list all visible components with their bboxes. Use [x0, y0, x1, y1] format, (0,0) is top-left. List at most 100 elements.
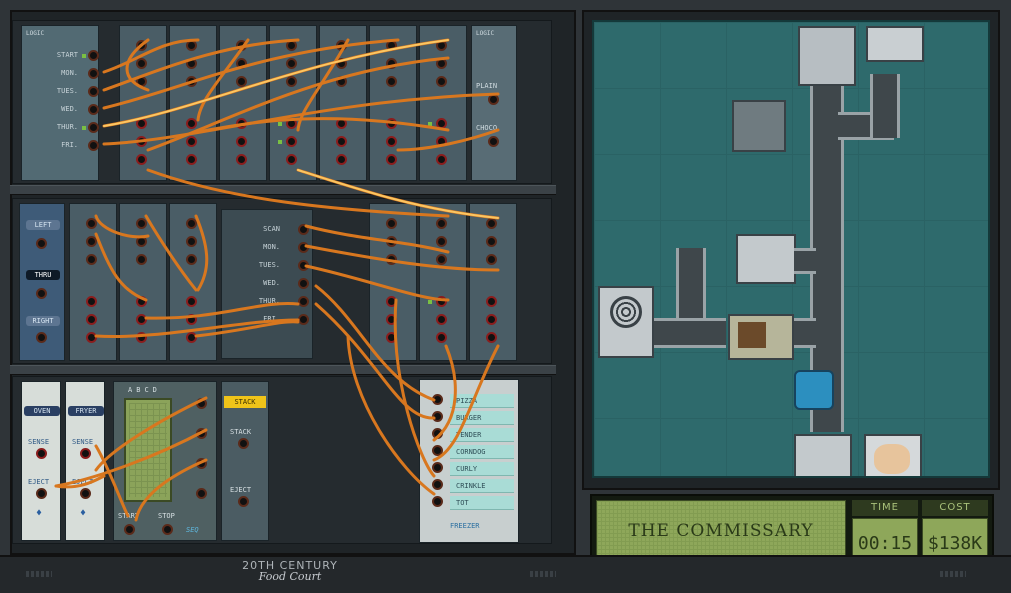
port[interactable] [136, 40, 147, 51]
port[interactable] [136, 154, 147, 165]
port[interactable] [86, 236, 97, 247]
port[interactable] [386, 236, 397, 247]
port-fri[interactable] [298, 314, 309, 325]
port[interactable] [386, 136, 397, 147]
port[interactable] [436, 76, 447, 87]
port[interactable] [86, 332, 97, 343]
port[interactable] [286, 58, 297, 69]
port-mon[interactable] [88, 68, 99, 79]
port[interactable] [436, 154, 447, 165]
port[interactable] [236, 40, 247, 51]
port[interactable] [186, 76, 197, 87]
port[interactable] [136, 332, 147, 343]
port[interactable] [336, 136, 347, 147]
port[interactable] [336, 58, 347, 69]
port-start[interactable] [88, 50, 99, 61]
order-ticket-machine[interactable] [864, 434, 922, 476]
port[interactable] [136, 254, 147, 265]
port[interactable] [436, 118, 447, 129]
port-mon[interactable] [298, 242, 309, 253]
seq-port-d[interactable] [196, 488, 207, 499]
port[interactable] [186, 332, 197, 343]
port[interactable] [186, 236, 197, 247]
port[interactable] [436, 40, 447, 51]
port[interactable] [386, 118, 397, 129]
robot-arm[interactable] [794, 370, 834, 410]
port[interactable] [436, 296, 447, 307]
output-machine[interactable] [798, 26, 856, 86]
port[interactable] [86, 314, 97, 325]
seq-start-port[interactable] [124, 524, 135, 535]
freezer-port-curly[interactable] [432, 462, 443, 473]
port[interactable] [386, 40, 397, 51]
port[interactable] [186, 136, 197, 147]
port[interactable] [136, 118, 147, 129]
port[interactable] [186, 314, 197, 325]
port[interactable] [186, 254, 197, 265]
port[interactable] [386, 314, 397, 325]
port[interactable] [286, 154, 297, 165]
seq-port-a[interactable] [196, 398, 207, 409]
port[interactable] [136, 58, 147, 69]
stack-port[interactable] [238, 438, 249, 449]
port[interactable] [436, 58, 447, 69]
monitor-machine[interactable] [736, 234, 796, 284]
port[interactable] [186, 154, 197, 165]
port-left[interactable] [36, 238, 47, 249]
port[interactable] [136, 314, 147, 325]
output-hatch[interactable] [794, 434, 852, 476]
port-plain[interactable] [488, 94, 499, 105]
port[interactable] [286, 40, 297, 51]
freezer-port-tot[interactable] [432, 496, 443, 507]
port[interactable] [486, 236, 497, 247]
port[interactable] [386, 58, 397, 69]
port[interactable] [486, 296, 497, 307]
port[interactable] [236, 154, 247, 165]
port-fri[interactable] [88, 140, 99, 151]
port-wed[interactable] [298, 278, 309, 289]
port[interactable] [86, 254, 97, 265]
port[interactable] [336, 118, 347, 129]
port[interactable] [136, 236, 147, 247]
port[interactable] [286, 76, 297, 87]
port[interactable] [186, 58, 197, 69]
freezer-port-burger[interactable] [432, 411, 443, 422]
port[interactable] [436, 136, 447, 147]
port[interactable] [486, 314, 497, 325]
seq-port-c[interactable] [196, 458, 207, 469]
port-scan[interactable] [298, 224, 309, 235]
port[interactable] [386, 254, 397, 265]
seq-stop-port[interactable] [162, 524, 173, 535]
port[interactable] [186, 40, 197, 51]
port[interactable] [136, 296, 147, 307]
port[interactable] [286, 136, 297, 147]
port[interactable] [86, 218, 97, 229]
port-choco[interactable] [488, 136, 499, 147]
sequencer-grid[interactable] [124, 398, 172, 502]
dispenser-machine[interactable] [866, 26, 924, 62]
oven-sense-port[interactable] [36, 448, 47, 459]
port-wed[interactable] [88, 104, 99, 115]
port[interactable] [136, 218, 147, 229]
port-thur[interactable] [298, 296, 309, 307]
port[interactable] [486, 332, 497, 343]
ventilation-machine[interactable] [598, 286, 654, 358]
freezer-port-crinkle[interactable] [432, 479, 443, 490]
port-thur[interactable] [88, 122, 99, 133]
port[interactable] [236, 76, 247, 87]
port[interactable] [236, 58, 247, 69]
port[interactable] [436, 218, 447, 229]
port[interactable] [436, 332, 447, 343]
port[interactable] [436, 314, 447, 325]
processor-machine[interactable] [732, 100, 786, 152]
fryer-sense-port[interactable] [80, 448, 91, 459]
port-tues[interactable] [298, 260, 309, 271]
fryer-machine[interactable] [728, 314, 794, 360]
port[interactable] [236, 118, 247, 129]
port[interactable] [386, 296, 397, 307]
port[interactable] [336, 154, 347, 165]
port[interactable] [136, 136, 147, 147]
port[interactable] [136, 76, 147, 87]
port[interactable] [436, 254, 447, 265]
port[interactable] [386, 332, 397, 343]
